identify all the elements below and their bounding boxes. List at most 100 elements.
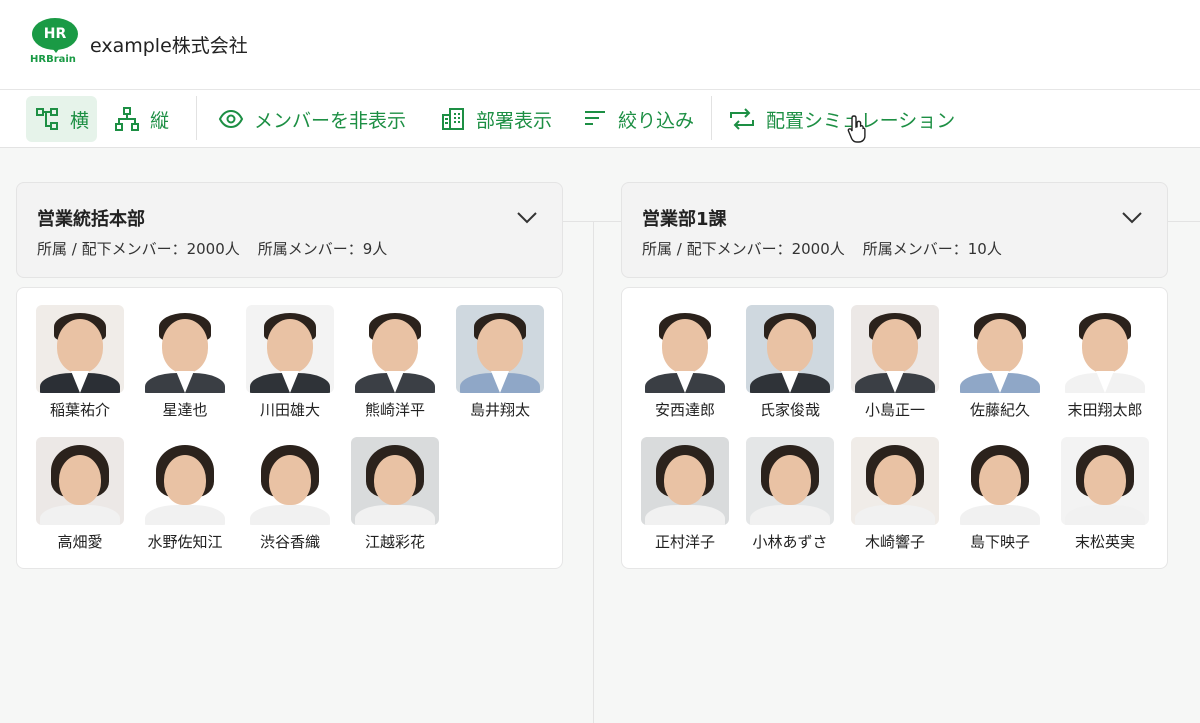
- show-departments-label: 部署表示: [476, 109, 553, 132]
- own-member-count: 所属メンバー：10人: [862, 240, 1002, 258]
- member-tile[interactable]: 佐藤紀久: [950, 305, 1050, 420]
- toolbar-divider: [196, 96, 197, 140]
- department-card[interactable]: 営業部1課 所属 / 配下メンバー：2000人 所属メンバー：10人: [621, 182, 1168, 278]
- member-name: 末松英実: [1074, 533, 1135, 551]
- member-photo: [456, 305, 544, 393]
- member-tile[interactable]: 島下映子: [950, 437, 1050, 552]
- member-name: 木崎響子: [864, 533, 925, 551]
- member-name: 星達也: [162, 401, 208, 419]
- member-photo: [641, 437, 729, 525]
- logo-tail: [50, 45, 62, 53]
- member-tile[interactable]: 正村洋子: [635, 437, 735, 552]
- member-photo: [246, 305, 334, 393]
- department-member-counts: 所属 / 配下メンバー：2000人 所属メンバー：9人: [37, 238, 387, 259]
- toolbar-divider: [711, 96, 712, 140]
- member-photo: [956, 305, 1044, 393]
- filter-lines-icon: [585, 111, 605, 125]
- member-name: 小島正一: [864, 401, 925, 419]
- member-name: 高畑愛: [57, 533, 103, 551]
- member-name: 安西達郎: [654, 401, 715, 419]
- tree-connector: [1167, 221, 1200, 222]
- filter-label: 絞り込み: [618, 109, 695, 132]
- swap-arrows-icon: [730, 108, 754, 130]
- under-member-count: 所属 / 配下メンバー：2000人: [37, 240, 240, 258]
- member-photo: [36, 437, 124, 525]
- member-panel: 安西達郎 氏家俊哉 小島正一 佐藤紀久 末田翔太郎正村洋子 小林あずさ 木崎響子 島下映子 末松…: [621, 287, 1168, 569]
- member-panel: 稲葉祐介 星達也 川田雄大 熊崎洋平 島井翔太高畑愛 水野佐知江 渋谷香織 江越彩花: [16, 287, 563, 569]
- member-name: 氏家俊哉: [759, 401, 820, 419]
- hide-members-label: メンバーを非表示: [254, 109, 407, 132]
- member-tile[interactable]: 末松英実: [1055, 437, 1155, 552]
- chevron-down-icon[interactable]: [516, 211, 538, 225]
- member-tile[interactable]: 安西達郎: [635, 305, 735, 420]
- member-photo: [851, 437, 939, 525]
- member-photo: [956, 437, 1044, 525]
- eye-icon: [218, 109, 244, 129]
- member-photo: [1061, 305, 1149, 393]
- member-tile[interactable]: 木崎響子: [845, 437, 945, 552]
- member-name: 江越彩花: [364, 533, 425, 551]
- member-tile[interactable]: 川田雄大: [240, 305, 340, 420]
- hrbrain-logo[interactable]: HR HRBrain: [30, 18, 82, 70]
- department-name: 営業統括本部: [37, 209, 145, 230]
- member-photo: [746, 437, 834, 525]
- org-chart-toolbar: 横 縦 メンバーを非表示 部署表示 絞り込み 配置シミュレーション: [0, 90, 1200, 148]
- member-name: 川田雄大: [259, 401, 320, 419]
- member-name: 末田翔太郎: [1067, 401, 1143, 419]
- hand-cursor-icon: [847, 115, 866, 143]
- department-name: 営業部1課: [642, 209, 727, 230]
- own-member-count: 所属メンバー：9人: [257, 240, 388, 258]
- chevron-down-icon[interactable]: [1121, 211, 1143, 225]
- member-photo: [36, 305, 124, 393]
- member-photo: [141, 305, 229, 393]
- member-tile[interactable]: 小林あずさ: [740, 437, 840, 552]
- tree-connector: [593, 222, 594, 723]
- filter-button[interactable]: 絞り込み: [582, 96, 694, 142]
- member-name: 水野佐知江: [147, 533, 223, 551]
- member-tile[interactable]: 水野佐知江: [135, 437, 235, 552]
- member-tile[interactable]: 江越彩花: [345, 437, 445, 552]
- member-tile[interactable]: 星達也: [135, 305, 235, 420]
- member-tile[interactable]: 稲葉祐介: [30, 305, 130, 420]
- member-tile[interactable]: 島井翔太: [450, 305, 550, 420]
- under-member-count: 所属 / 配下メンバー：2000人: [642, 240, 845, 258]
- vertical-tree-icon: [115, 107, 139, 131]
- vertical-layout-button[interactable]: 縦: [114, 96, 169, 142]
- member-photo: [351, 437, 439, 525]
- member-tile[interactable]: 高畑愛: [30, 437, 130, 552]
- horizontal-tree-icon: [36, 108, 58, 130]
- department-card[interactable]: 営業統括本部 所属 / 配下メンバー：2000人 所属メンバー：9人: [16, 182, 563, 278]
- member-tile[interactable]: 小島正一: [845, 305, 945, 420]
- hide-members-button[interactable]: メンバーを非表示: [218, 96, 406, 142]
- building-icon: [442, 108, 464, 130]
- member-name: 島井翔太: [469, 401, 530, 419]
- member-name: 渋谷香織: [259, 533, 320, 551]
- member-name: 熊崎洋平: [364, 401, 425, 419]
- logo-wordmark: HRBrain: [30, 54, 76, 65]
- vertical-label: 縦: [150, 109, 170, 132]
- member-photo: [641, 305, 729, 393]
- member-photo: [1061, 437, 1149, 525]
- member-tile[interactable]: 氏家俊哉: [740, 305, 840, 420]
- member-photo: [746, 305, 834, 393]
- member-name: 正村洋子: [654, 533, 715, 551]
- member-photo: [141, 437, 229, 525]
- member-photo: [851, 305, 939, 393]
- show-departments-button[interactable]: 部署表示: [440, 96, 552, 142]
- member-tile[interactable]: 渋谷香織: [240, 437, 340, 552]
- member-name: 稲葉祐介: [49, 401, 110, 419]
- horizontal-label: 横: [70, 109, 90, 132]
- member-tile[interactable]: 熊崎洋平: [345, 305, 445, 420]
- placement-simulation-button[interactable]: 配置シミュレーション: [728, 96, 955, 142]
- department-member-counts: 所属 / 配下メンバー：2000人 所属メンバー：10人: [642, 238, 1002, 259]
- company-name: example株式会社: [90, 35, 248, 57]
- tree-connector: [562, 221, 622, 222]
- member-name: 佐藤紀久: [969, 401, 1030, 419]
- app-header: HR HRBrain example株式会社: [0, 0, 1200, 90]
- horizontal-layout-button[interactable]: 横: [26, 96, 98, 142]
- member-tile[interactable]: 末田翔太郎: [1055, 305, 1155, 420]
- member-name: 小林あずさ: [752, 533, 828, 551]
- member-photo: [246, 437, 334, 525]
- member-photo: [351, 305, 439, 393]
- member-name: 島下映子: [969, 533, 1030, 551]
